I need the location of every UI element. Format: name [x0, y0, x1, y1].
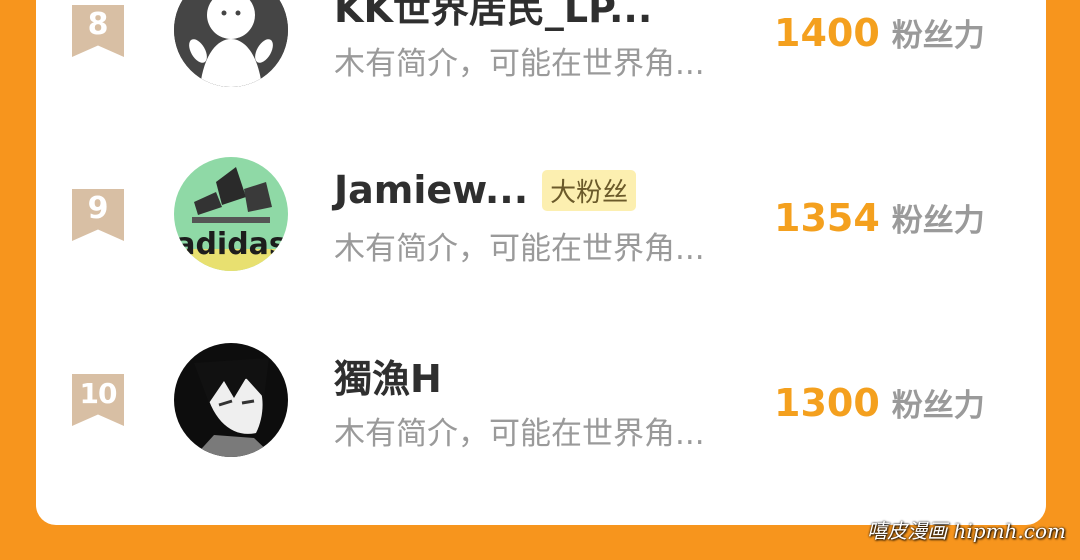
rank-ribbon: 9	[72, 189, 124, 241]
fan-score: 1400 粉丝力	[774, 10, 985, 55]
user-name-line: KK世界居民_LP...	[334, 0, 652, 33]
default-person-avatar-icon[interactable]	[174, 0, 288, 87]
adidas-logo-avatar[interactable]: adidas	[174, 157, 288, 271]
fan-score: 1300 粉丝力	[774, 380, 985, 425]
fan-score: 1354 粉丝力	[774, 195, 985, 240]
ranking-row[interactable]: 9 adidas Jamiew... 大粉丝 木有简介，可能在世界角... 13…	[36, 155, 1046, 295]
fan-score-unit: 粉丝力	[891, 388, 985, 424]
ranking-row[interactable]: 8 KK世界居民_LP... 木有简介，可能在世界角... 1400 粉丝力	[36, 0, 1046, 110]
rank-ribbon: 10	[72, 374, 124, 426]
rank-ribbon: 8	[72, 5, 124, 57]
user-intro: 木有简介，可能在世界角...	[334, 231, 705, 267]
user-name[interactable]: 獨漁H	[334, 348, 442, 403]
site-watermark: 嘻皮漫画 hipmh.com	[867, 519, 1066, 543]
user-intro: 木有简介，可能在世界角...	[334, 416, 705, 452]
user-name[interactable]: KK世界居民_LP...	[334, 0, 652, 33]
user-intro: 木有简介，可能在世界角...	[334, 46, 705, 82]
fan-score-unit: 粉丝力	[891, 18, 985, 54]
anime-character-avatar[interactable]	[174, 343, 288, 457]
ranking-row[interactable]: 10 獨漁H 木有简介，可能在世界角... 1300 粉丝力	[36, 340, 1046, 480]
fan-score-value: 1300	[774, 381, 880, 425]
fan-score-unit: 粉丝力	[891, 203, 985, 239]
fan-score-value: 1354	[774, 196, 880, 240]
big-fan-badge: 大粉丝	[542, 169, 637, 211]
svg-text:adidas: adidas	[175, 227, 287, 262]
user-name-line: 獨漁H	[334, 348, 442, 403]
fan-score-value: 1400	[774, 11, 880, 55]
user-name[interactable]: Jamiew...	[334, 168, 528, 212]
user-name-line: Jamiew... 大粉丝	[334, 165, 637, 215]
ranking-card: 8 KK世界居民_LP... 木有简介，可能在世界角... 1400 粉丝力 9	[36, 0, 1046, 525]
